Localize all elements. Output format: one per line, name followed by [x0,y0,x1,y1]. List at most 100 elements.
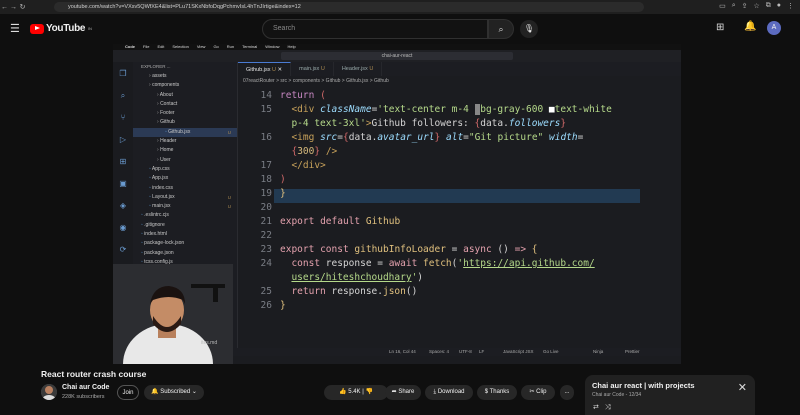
youtube-logo[interactable]: YouTube IN [30,23,92,34]
more-actions-button[interactable]: ... [560,385,574,400]
profile-icon[interactable]: ● [777,2,781,10]
line-number: 15 [260,104,272,115]
tree-label: Home [160,147,174,154]
download-button[interactable]: ⤓ Download [425,385,473,400]
tree-label: User [160,156,171,163]
explorer-header: EXPLORER ... [141,64,171,69]
tree-folder[interactable]: › components [133,81,237,90]
tree-label: Footer [160,110,175,117]
tree-folder[interactable]: › About [133,91,237,100]
line-number: 16 [260,132,272,143]
tree-file[interactable]: ◦ App.css [133,165,237,174]
code-editor: 14 15 16 17 18 19 20 21 22 23 24 25 26 return ( <div… [238,86,681,348]
search-button[interactable]: ⌕ [488,19,514,39]
playlist-controls: ⇄⤨ [593,403,616,412]
tree-label: package.json [144,249,174,256]
code-line: } [280,188,286,199]
zoom-icon[interactable]: ⌕ [732,2,736,10]
code-line: return ( [280,90,326,101]
tree-folder[interactable]: › Github [133,118,237,127]
tree-label: Layout.jsx [152,193,175,200]
tree-file[interactable]: ◦ index.html [133,230,237,239]
run-debug-icon: ▷ [119,135,127,144]
bell-icon: 🔔 [151,389,159,395]
voice-search-button[interactable]: 🎙 [520,20,538,38]
code-line: </div> [291,160,326,171]
like-button[interactable]: 👍 5.4K | 👎 [324,385,388,400]
line-number: 23 [260,244,272,255]
loop-icon[interactable]: ⇄ [593,404,605,411]
tree-label: index.html [144,231,167,238]
playlist-panel[interactable]: Chai aur react | with projects Chai aur … [585,375,755,415]
notifications-bell-icon[interactable]: 🔔 [744,21,756,32]
tree-file[interactable]: ◦ Github.jsx U [133,127,237,138]
account-avatar[interactable]: A [767,21,781,35]
code-line: } [280,300,286,311]
youtube-header: ☰ YouTube IN Search ⌕ 🎙 ⊞ 🔔 A [0,14,800,44]
browser-toolbar: ← → ↻ youtube.com/watch?v=VXsv5QWfXE4&li… [0,0,800,14]
extensions-icon: ⊞ [119,157,127,166]
line-number: 19 [260,188,272,199]
files-icon: ❐ [119,69,127,78]
live-share-icon: ⟳ [119,245,127,254]
playlist-title[interactable]: Chai aur react | with projects [592,381,695,390]
line-number: 20 [260,202,272,213]
screen-cast-icon[interactable]: ▭ [719,2,726,10]
hamburger-menu-icon[interactable]: ☰ [10,22,20,35]
tree-file[interactable]: ◦ App.jsx [133,174,237,183]
code-line: {300} /> [291,146,338,157]
tree-label: Github [160,119,175,126]
tree-folder[interactable]: › assets [133,72,237,81]
forward-icon[interactable]: → [9,4,18,11]
thumbs-up-icon: 👍 [339,389,347,395]
extensions-icon[interactable]: ⧉ [766,2,771,10]
channel-avatar[interactable] [41,384,57,400]
tree-file[interactable]: ◦ .eslintrc.cjs [133,211,237,220]
line-number: 25 [260,286,272,297]
tree-file[interactable]: ◦ main.jsx U [133,202,237,211]
tree-file[interactable]: ◦ Layout.jsx U [133,193,237,202]
clip-button[interactable]: ✂ Clip [521,385,555,400]
tree-folder[interactable]: › Contact [133,100,237,109]
code-line: <div className='text-center m-4 ▪bg-gray… [291,104,612,115]
address-bar[interactable]: youtube.com/watch?v=VXsv5QWfXE4&list=PLu… [54,2,644,12]
tree-label: App.jsx [151,175,169,182]
join-button[interactable]: Join [117,385,139,400]
tree-file[interactable]: ◦ index.css [133,184,237,193]
command-center: chai-aur-react [281,52,513,60]
webcam-overlay: ites.md [113,264,233,364]
tree-label: package-lock.json [144,240,185,247]
create-video-icon[interactable]: ⊞ [716,22,724,33]
video-title: React router crash course [41,369,147,379]
share-button[interactable]: ➦ Share [385,385,421,400]
subscribed-button[interactable]: 🔔 Subscribed ⌄ [144,385,204,400]
source-control-icon: ⑂ [120,113,126,122]
tree-file[interactable]: ◦ .gitignore [133,221,237,230]
code-line: p-4 text-3xl'>Github followers: {data.fo… [291,118,567,129]
search-input[interactable]: Search [262,19,488,39]
tree-file[interactable]: ◦ package.json [133,249,237,258]
tree-folder[interactable]: › Header [133,137,237,146]
bookmark-star-icon[interactable]: ☆ [753,2,759,10]
shuffle-icon[interactable]: ⤨ [605,404,617,411]
tree-file[interactable]: ◦ package-lock.json [133,239,237,248]
tree-folder[interactable]: › Home [133,146,237,155]
thanks-icon: $ [484,389,489,395]
code-line: users/hiteshchoudhary') [291,272,424,283]
channel-avatar-image [41,384,57,400]
tree-folder[interactable]: › User [133,156,237,165]
reload-icon[interactable]: ↻ [18,3,27,11]
close-icon[interactable]: ✕ [738,381,747,394]
back-icon[interactable]: ← [0,4,9,11]
channel-name[interactable]: Chai aur Code [62,384,109,391]
breadcrumb: 07reactRouter > src > components > Githu… [243,78,389,84]
subscriber-count: 228K subscribers [62,394,105,400]
tree-label: .eslintrc.cjs [144,212,169,219]
thanks-button[interactable]: $ Thanks [477,385,517,400]
tree-folder[interactable]: › Footer [133,109,237,118]
tree-label: App.css [151,165,170,172]
line-number: 18 [260,174,272,185]
vscode-title-bar: chai-aur-react [113,50,681,62]
menu-dots-icon[interactable]: ⋮ [787,2,794,10]
share-icon[interactable]: ⇪ [742,2,748,10]
